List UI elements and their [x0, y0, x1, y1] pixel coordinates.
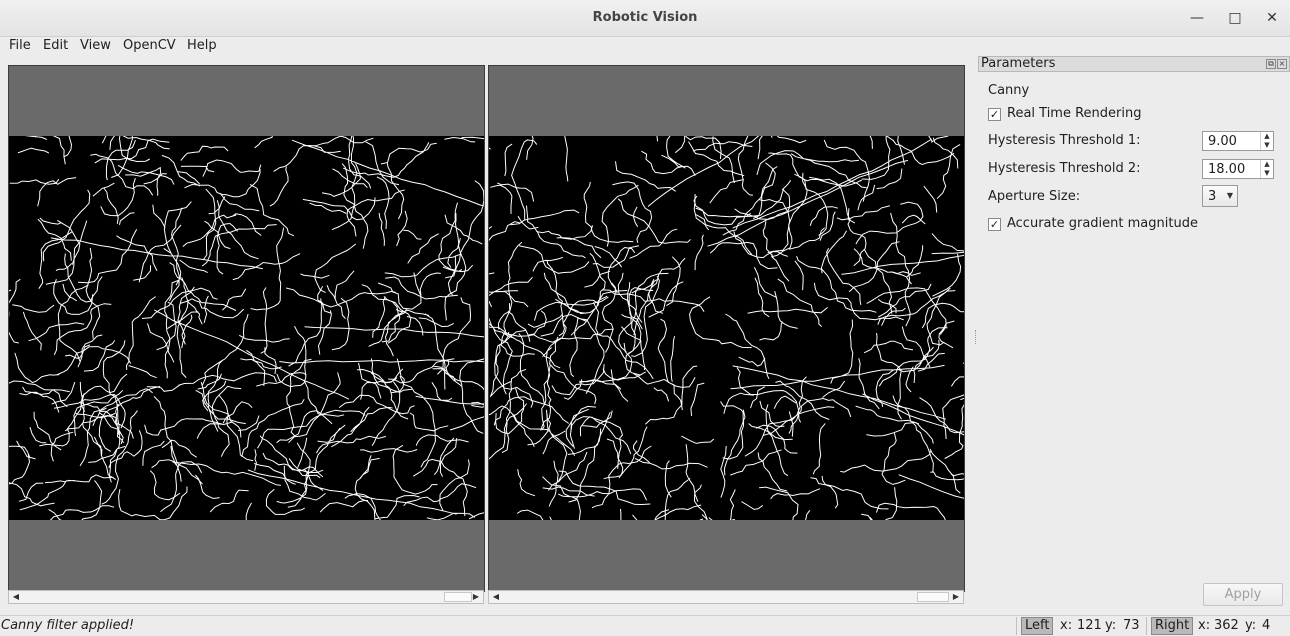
left-x-label: x:	[1060, 618, 1073, 633]
real-time-rendering-label: Real Time Rendering	[1007, 106, 1142, 121]
right-y-value: 4	[1262, 618, 1271, 633]
left-image-viewer[interactable]	[8, 65, 485, 592]
scroll-left-arrow-icon[interactable]: ◀	[490, 591, 502, 603]
close-icon[interactable]: ✕	[1262, 8, 1282, 28]
left-horizontal-scrollbar[interactable]: ◀ ▶	[8, 590, 484, 604]
edge-map-right	[489, 136, 964, 520]
menu-opencv[interactable]: OpenCV	[123, 38, 176, 53]
left-x-value: 121	[1077, 618, 1102, 633]
title-bar: Robotic Vision — □ ✕	[0, 0, 1290, 37]
status-bar: Canny filter applied! Left x: 121 y: 73 …	[0, 615, 1290, 636]
menu-file[interactable]: File	[9, 38, 31, 53]
left-y-label: y:	[1105, 618, 1117, 633]
scroll-thumb[interactable]	[917, 592, 949, 602]
menu-edit[interactable]: Edit	[43, 38, 68, 53]
maximize-icon[interactable]: □	[1225, 8, 1245, 28]
panel-title: Parameters	[981, 56, 1056, 71]
right-coordinates-badge: Right	[1151, 617, 1194, 635]
scroll-thumb[interactable]	[444, 592, 472, 602]
threshold2-label: Hysteresis Threshold 2:	[988, 161, 1141, 176]
float-panel-icon[interactable]: ⧉	[1266, 59, 1276, 69]
menu-bar: File Edit View OpenCV Help	[0, 36, 1290, 56]
status-separator	[1016, 617, 1017, 635]
checkmark-icon: ✓	[989, 108, 1000, 121]
edge-contours	[9, 136, 484, 520]
close-panel-icon[interactable]: ×	[1277, 59, 1287, 69]
accurate-gradient-checkbox[interactable]: ✓	[988, 218, 1001, 231]
filter-name: Canny	[988, 83, 1030, 98]
right-image-viewer[interactable]	[488, 65, 965, 592]
spin-arrows-icon[interactable]: ▲ ▼	[1260, 160, 1273, 178]
window-title: Robotic Vision	[592, 10, 698, 25]
edge-contours	[489, 136, 964, 520]
status-separator	[1146, 617, 1147, 635]
left-y-value: 73	[1123, 618, 1140, 633]
menu-help[interactable]: Help	[187, 38, 217, 53]
minimize-icon[interactable]: —	[1187, 8, 1207, 28]
threshold1-value: 9.00	[1208, 134, 1237, 149]
threshold2-spinbox[interactable]: 18.00 ▲ ▼	[1202, 159, 1274, 179]
threshold2-value: 18.00	[1208, 162, 1246, 177]
status-message: Canny filter applied!	[1, 618, 135, 633]
accurate-gradient-label: Accurate gradient magnitude	[1007, 216, 1198, 231]
spin-arrows-icon[interactable]: ▲ ▼	[1260, 132, 1273, 150]
left-edge-image	[9, 136, 484, 520]
right-x-label: x:	[1198, 618, 1211, 633]
scroll-left-arrow-icon[interactable]: ◀	[10, 591, 22, 603]
menu-view[interactable]: View	[80, 38, 111, 53]
scroll-right-arrow-icon[interactable]: ▶	[470, 591, 482, 603]
aperture-size-select[interactable]: 3 ▼	[1202, 185, 1238, 207]
parameters-panel-header: Parameters ⧉ ×	[978, 56, 1290, 72]
left-coordinates-badge: Left	[1021, 617, 1054, 635]
threshold1-label: Hysteresis Threshold 1:	[988, 133, 1141, 148]
scroll-right-arrow-icon[interactable]: ▶	[950, 591, 962, 603]
right-horizontal-scrollbar[interactable]: ◀ ▶	[488, 590, 964, 604]
edge-map-left	[9, 136, 484, 520]
aperture-label: Aperture Size:	[988, 189, 1081, 204]
right-y-label: y:	[1245, 618, 1257, 633]
chevron-down-icon: ▼	[1226, 191, 1233, 200]
aperture-value: 3	[1208, 189, 1217, 204]
threshold1-spinbox[interactable]: 9.00 ▲ ▼	[1202, 131, 1274, 151]
real-time-rendering-checkbox[interactable]: ✓	[988, 108, 1001, 121]
apply-button[interactable]: Apply	[1203, 583, 1283, 606]
panel-splitter-handle[interactable]	[975, 330, 978, 344]
right-x-value: 362	[1214, 618, 1239, 633]
checkmark-icon: ✓	[989, 218, 1000, 231]
right-edge-image	[489, 136, 964, 520]
